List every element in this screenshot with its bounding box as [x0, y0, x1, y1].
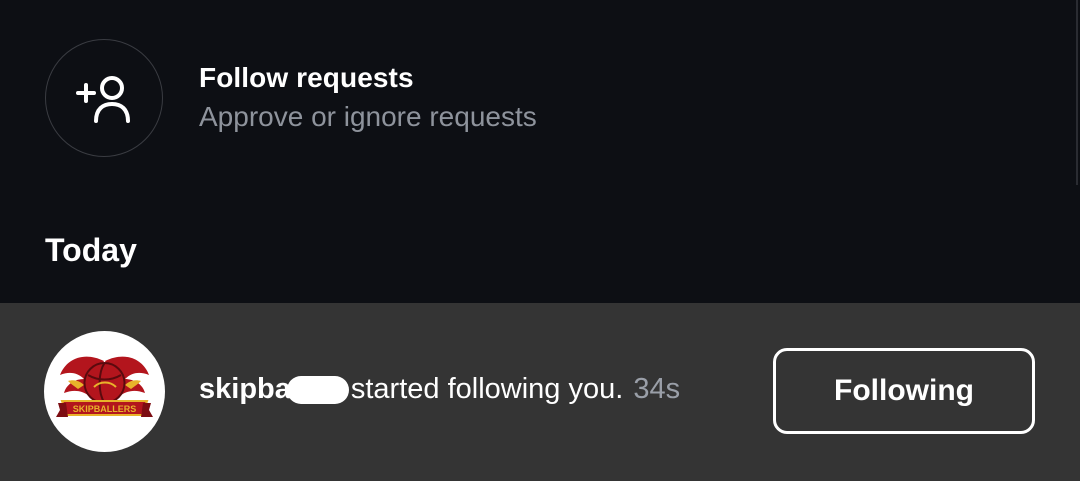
follow-requests-icon-circle [45, 39, 163, 157]
notification-text: skipba started following you. 34s [199, 373, 680, 406]
follow-requests-item[interactable]: Follow requests Approve or ignore reques… [0, 0, 1080, 200]
notification-username[interactable]: skipba [199, 373, 291, 406]
scroll-edge [1076, 0, 1078, 185]
notification-action: started following you. [350, 373, 624, 405]
team-logo-image: SKIPBALLERS [56, 356, 153, 417]
following-button[interactable]: Following [773, 348, 1035, 434]
follow-requests-title: Follow requests [199, 62, 414, 93]
redaction-mark [286, 375, 349, 404]
avatar[interactable]: SKIPBALLERS [44, 331, 165, 452]
section-header-today: Today [45, 232, 137, 268]
follow-requests-subtitle: Approve or ignore requests [199, 101, 537, 132]
notification-time: 34s [633, 373, 681, 405]
svg-text:SKIPBALLERS: SKIPBALLERS [73, 404, 137, 414]
add-person-icon [76, 76, 130, 123]
